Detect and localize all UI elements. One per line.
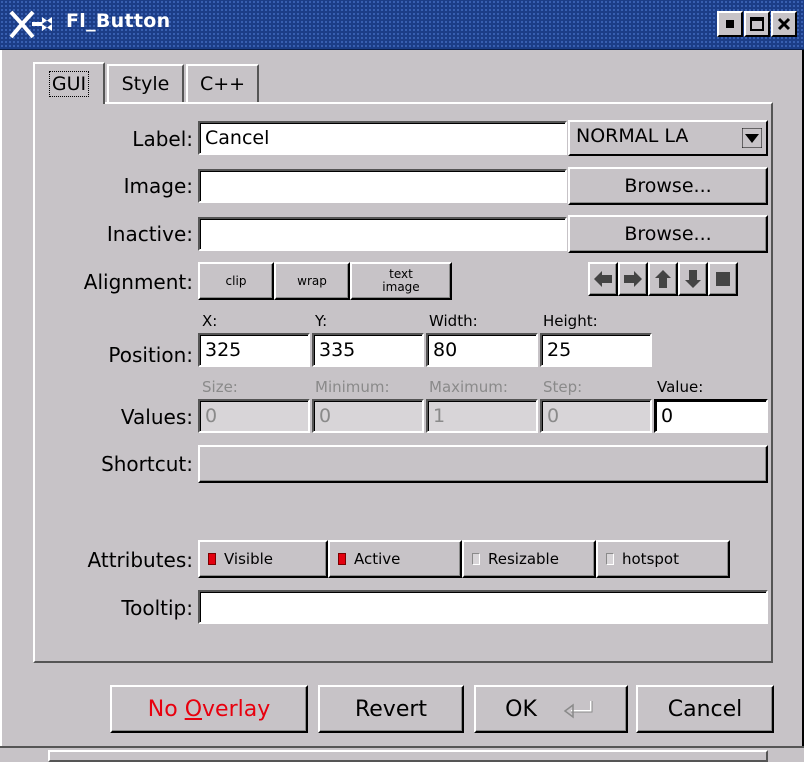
revert-button[interactable]: Revert	[318, 685, 464, 733]
label-input[interactable]: Cancel	[198, 121, 567, 155]
no-overlay-suffix: verlay	[202, 696, 271, 722]
tab-gui-label: GUI	[48, 71, 90, 97]
step-input[interactable]: 0	[540, 399, 652, 433]
square-icon	[716, 272, 730, 286]
size-label: Size:	[202, 378, 238, 396]
height-label: Height:	[543, 312, 598, 330]
width-label: Width:	[429, 312, 478, 330]
label-caption: Label:	[132, 127, 193, 151]
maximum-input[interactable]: 1	[426, 399, 538, 433]
checked-indicator-icon	[208, 553, 216, 565]
hotspot-toggle[interactable]: hotspot	[596, 540, 730, 578]
left-arrow-icon	[594, 271, 612, 287]
y-label: Y:	[315, 312, 328, 330]
label-type-dropdown[interactable]: NORMAL LA	[568, 120, 768, 156]
value-input[interactable]: 0	[654, 399, 768, 433]
no-overlay-button[interactable]: No Overlay	[110, 685, 308, 733]
checked-indicator-icon	[338, 553, 346, 565]
tooltip-caption: Tooltip:	[121, 596, 193, 620]
values-caption: Values:	[120, 405, 193, 429]
value-label: Value:	[657, 378, 704, 396]
align-image-label: image	[382, 280, 420, 294]
size-input[interactable]: 0	[198, 399, 310, 433]
image-caption: Image:	[123, 174, 193, 198]
attributes-caption: Attributes:	[87, 548, 193, 572]
minimize-button[interactable]	[717, 11, 743, 37]
tab-style[interactable]: Style	[107, 64, 184, 102]
inactive-caption: Inactive:	[106, 222, 193, 246]
visible-toggle[interactable]: Visible	[198, 540, 328, 578]
inactive-browse-button[interactable]: Browse...	[568, 215, 768, 253]
return-key-icon	[563, 701, 593, 719]
unchecked-indicator-icon	[606, 553, 614, 565]
resizable-label: Resizable	[488, 550, 559, 568]
align-top-button[interactable]	[648, 262, 678, 296]
image-input[interactable]	[198, 169, 567, 203]
align-clip-button[interactable]: clip	[198, 262, 274, 300]
maximum-label: Maximum:	[429, 378, 508, 396]
align-text-image-button[interactable]: text image	[350, 262, 452, 300]
shortcut-caption: Shortcut:	[101, 452, 193, 476]
right-arrow-icon	[624, 271, 642, 287]
maximize-icon	[750, 17, 764, 31]
minimum-input[interactable]: 0	[312, 399, 424, 433]
resizable-toggle[interactable]: Resizable	[462, 540, 596, 578]
window-title: Fl_Button	[66, 10, 171, 32]
width-input[interactable]: 80	[426, 333, 538, 367]
fltk-logo-icon	[9, 10, 52, 39]
unchecked-indicator-icon	[472, 553, 480, 565]
alignment-caption: Alignment:	[83, 270, 193, 294]
step-label: Step:	[543, 378, 583, 396]
visible-label: Visible	[224, 550, 273, 568]
align-inside-button[interactable]	[708, 262, 738, 296]
tab-cpp[interactable]: C++	[186, 64, 259, 102]
image-browse-button[interactable]: Browse...	[568, 167, 768, 205]
ok-label: OK	[505, 696, 537, 722]
x-label: X:	[202, 312, 218, 330]
align-left-button[interactable]	[588, 262, 618, 296]
position-caption: Position:	[108, 343, 193, 367]
down-arrow-icon	[685, 270, 701, 288]
shortcut-button[interactable]	[198, 445, 768, 483]
title-bar[interactable]: Fl_Button	[0, 0, 804, 50]
tooltip-input[interactable]	[198, 590, 768, 624]
close-icon	[777, 17, 791, 31]
inactive-input[interactable]	[198, 217, 567, 251]
minimum-label: Minimum:	[315, 378, 390, 396]
tab-gui[interactable]: GUI	[33, 62, 105, 104]
active-toggle[interactable]: Active	[328, 540, 462, 578]
no-overlay-prefix: No	[147, 696, 185, 722]
x-input[interactable]: 325	[198, 333, 310, 367]
tab-cpp-label: C++	[199, 73, 246, 95]
active-label: Active	[354, 550, 401, 568]
align-bottom-button[interactable]	[678, 262, 708, 296]
cancel-button[interactable]: Cancel	[636, 685, 774, 733]
y-input[interactable]: 335	[312, 333, 424, 367]
up-arrow-icon	[655, 270, 671, 288]
close-button[interactable]	[771, 11, 797, 37]
height-input[interactable]: 25	[540, 333, 652, 367]
chevron-down-icon	[742, 128, 762, 148]
maximize-button[interactable]	[744, 11, 770, 37]
no-overlay-mnemonic: O	[184, 696, 203, 722]
align-right-button[interactable]	[618, 262, 648, 296]
label-type-value: NORMAL LA	[576, 125, 689, 147]
window-bottom-segment	[48, 750, 768, 762]
align-wrap-button[interactable]: wrap	[274, 262, 350, 300]
ok-button[interactable]: OK	[474, 685, 628, 733]
minimize-icon	[726, 20, 734, 28]
tab-style-label: Style	[121, 73, 170, 95]
hotspot-label: hotspot	[622, 550, 679, 568]
